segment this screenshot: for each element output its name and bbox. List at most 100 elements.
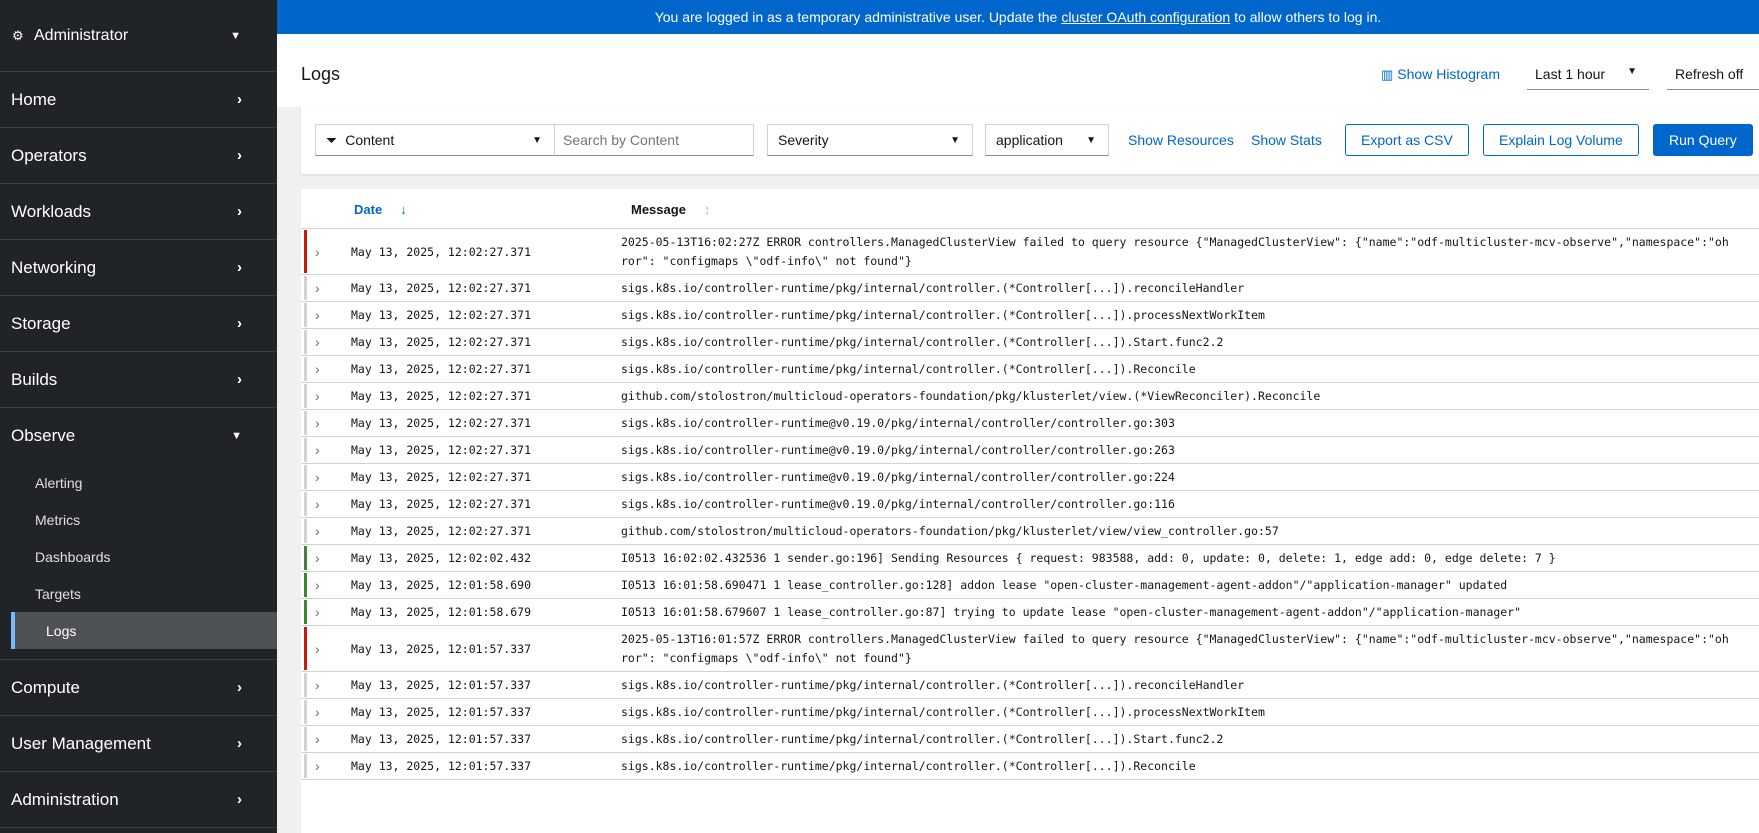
severity-indicator [304,600,307,624]
expand-row-icon[interactable]: › [315,361,337,377]
table-row[interactable]: › May 13, 2025, 12:01:57.337 2025-05-13T16… [301,626,1759,672]
table-row[interactable]: › May 13, 2025, 12:02:27.371 2025-05-13T16… [301,229,1759,275]
table-row[interactable]: › May 13, 2025, 12:01:57.337 sigs.k8s.io/c… [301,672,1759,699]
nav-label: Storage [11,313,71,333]
nav-label: Observe [11,426,76,445]
expand-row-icon[interactable]: › [315,334,337,350]
expand-row-icon[interactable]: › [315,758,337,774]
subnav-alerting[interactable]: Alerting [0,464,277,501]
run-query-button[interactable]: Run Query [1653,124,1753,156]
severity-dropdown[interactable]: Severity ▼ [767,124,973,156]
expand-row-icon[interactable]: › [315,244,337,260]
nav-storage[interactable]: Storage › [0,296,277,352]
nav-compute[interactable]: Compute › [0,660,277,716]
chevron-right-icon: › [237,315,242,332]
severity-indicator [304,276,307,300]
search-input[interactable] [563,132,743,148]
subnav-metrics[interactable]: Metrics [0,501,277,538]
table-row[interactable]: › May 13, 2025, 12:02:27.371 sigs.k8s.io/c… [301,464,1759,491]
row-date: May 13, 2025, 12:02:27.371 [351,470,532,484]
expand-row-icon[interactable]: › [315,442,337,458]
expand-row-icon[interactable]: › [315,469,337,485]
sidebar: ⚙ Administrator ▼ Home › Operators › Workl… [0,0,277,833]
table-row[interactable]: › May 13, 2025, 12:02:27.371 sigs.k8s.io/c… [301,410,1759,437]
subnav-targets[interactable]: Targets [0,575,277,612]
nav-label: Compute [11,677,80,697]
table-row[interactable]: › May 13, 2025, 12:02:02.432 I0513 16:02:0… [301,545,1759,572]
nav-builds[interactable]: Builds › [0,352,277,408]
show-histogram-button[interactable]: ▥ Show Histogram [1381,66,1500,83]
nav-label: Workloads [11,201,91,221]
table-row[interactable]: › May 13, 2025, 12:02:27.371 sigs.k8s.io/c… [301,275,1759,302]
time-range-dropdown[interactable]: Last 1 hour ▼ [1527,60,1649,90]
tenant-dropdown[interactable]: application ▼ [985,124,1109,156]
nav-user-management[interactable]: User Management › [0,716,277,772]
table-row[interactable]: › May 13, 2025, 12:01:58.690 I0513 16:01:5… [301,572,1759,599]
table-row[interactable]: › May 13, 2025, 12:01:57.337 sigs.k8s.io/c… [301,699,1759,726]
table-row[interactable]: › May 13, 2025, 12:02:27.371 sigs.k8s.io/c… [301,437,1759,464]
table-row[interactable]: › May 13, 2025, 12:02:27.371 sigs.k8s.io/c… [301,302,1759,329]
table-row[interactable]: › May 13, 2025, 12:02:27.371 sigs.k8s.io/c… [301,329,1759,356]
expand-row-icon[interactable]: › [315,388,337,404]
row-date: May 13, 2025, 12:02:27.371 [351,389,532,403]
expand-row-icon[interactable]: › [315,731,337,747]
expand-row-icon[interactable]: › [315,496,337,512]
message-column-header[interactable]: Message ↕ [631,202,710,217]
explain-log-volume-button[interactable]: Explain Log Volume [1483,124,1639,156]
expand-row-icon[interactable]: › [315,523,337,539]
date-header-label: Date [354,202,383,217]
table-row[interactable]: › May 13, 2025, 12:02:27.371 sigs.k8s.io/c… [301,356,1759,383]
nav-workloads[interactable]: Workloads › [0,184,277,240]
expand-row-icon[interactable]: › [315,641,337,657]
table-row[interactable]: › May 13, 2025, 12:01:57.337 sigs.k8s.io/c… [301,726,1759,753]
row-message: sigs.k8s.io/controller-runtime/pkg/inter… [621,758,1196,773]
show-stats-link[interactable]: Show Stats [1251,124,1322,156]
nav-networking[interactable]: Networking › [0,240,277,296]
chevron-down-icon: ▼ [231,430,242,442]
row-message: sigs.k8s.io/controller-runtime/pkg/inter… [621,731,1224,746]
nav-observe[interactable]: Observe ▼ [0,408,277,464]
date-column-header[interactable]: Date ↓ [354,202,407,217]
expand-row-icon[interactable]: › [315,280,337,296]
perspective-switcher[interactable]: ⚙ Administrator ▼ [0,0,277,72]
perspective-label: Administrator [34,26,129,44]
show-histogram-label: Show Histogram [1397,66,1500,82]
expand-row-icon[interactable]: › [315,550,337,566]
expand-row-icon[interactable]: › [315,677,337,693]
subnav-dashboards[interactable]: Dashboards [0,538,277,575]
subnav-logs[interactable]: Logs [11,612,277,649]
table-row[interactable]: › May 13, 2025, 12:01:58.679 I0513 16:01:5… [301,599,1759,626]
severity-indicator [304,519,307,543]
nav-operators[interactable]: Operators › [0,128,277,184]
row-date: May 13, 2025, 12:01:57.337 [351,678,532,692]
chevron-right-icon: › [237,371,242,388]
nav-administration[interactable]: Administration › [0,772,277,828]
row-date: May 13, 2025, 12:01:57.337 [351,641,532,656]
table-row[interactable]: › May 13, 2025, 12:02:27.371 github.com/st… [301,383,1759,410]
filter-icon: ⏷ [326,131,338,148]
expand-row-icon[interactable]: › [315,577,337,593]
expand-row-icon[interactable]: › [315,307,337,323]
chevron-right-icon: › [237,679,242,696]
row-message: sigs.k8s.io/controller-runtime@v0.19.0/p… [621,469,1175,484]
row-message: github.com/stolostron/multicloud-operato… [621,523,1279,538]
row-message: sigs.k8s.io/controller-runtime/pkg/inter… [621,361,1196,376]
table-row[interactable]: › May 13, 2025, 12:01:57.337 sigs.k8s.io/c… [301,753,1759,780]
expand-row-icon[interactable]: › [315,415,337,431]
table-row[interactable]: › May 13, 2025, 12:02:27.371 sigs.k8s.io/c… [301,491,1759,518]
caret-down-icon: ▼ [532,134,542,146]
attribute-dropdown[interactable]: ⏷ Content ▼ [315,124,555,156]
row-message: sigs.k8s.io/controller-runtime@v0.19.0/p… [621,415,1175,430]
oauth-config-link[interactable]: cluster OAuth configuration [1061,9,1230,25]
show-resources-link[interactable]: Show Resources [1128,124,1234,156]
table-row[interactable]: › May 13, 2025, 12:02:27.371 github.com/st… [301,518,1759,545]
expand-row-icon[interactable]: › [315,704,337,720]
expand-row-icon[interactable]: › [315,604,337,620]
nav-home[interactable]: Home › [0,72,277,128]
nav-label: Administration [11,789,119,809]
content-search[interactable] [554,124,754,156]
nav-label: Networking [11,257,97,277]
row-message: I0513 16:01:58.679607 1 lease_controller… [621,604,1522,619]
export-csv-button[interactable]: Export as CSV [1345,124,1469,156]
refresh-dropdown[interactable]: Refresh off [1667,60,1759,90]
